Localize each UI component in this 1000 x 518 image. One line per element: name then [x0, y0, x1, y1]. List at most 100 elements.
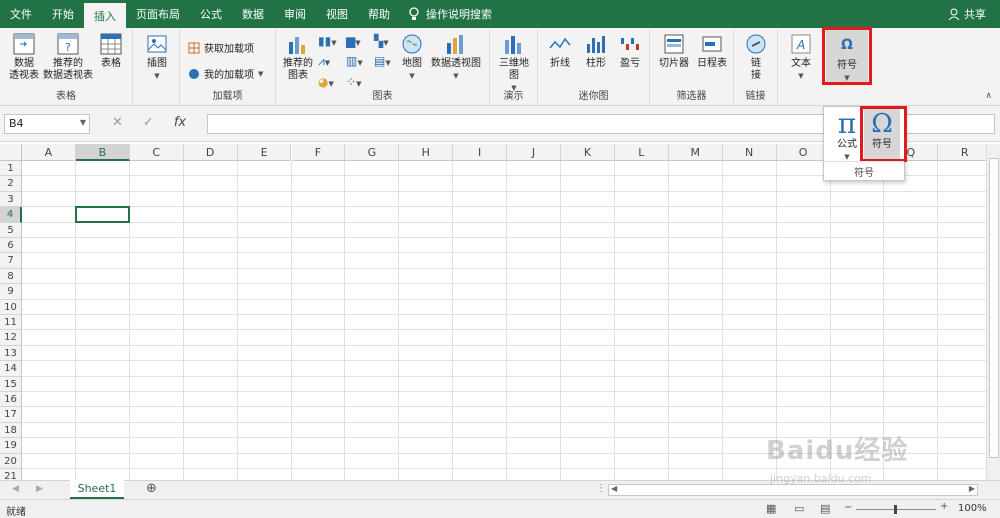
- split-handle-icon[interactable]: ⋮: [596, 483, 606, 494]
- row-header-7[interactable]: 7: [0, 253, 22, 269]
- column-header-G[interactable]: G: [345, 144, 400, 161]
- tab-5[interactable]: 数据: [232, 0, 274, 28]
- row-header-16[interactable]: 16: [0, 392, 22, 408]
- grid-hline: [22, 375, 986, 377]
- zoom-slider-thumb[interactable]: [894, 505, 897, 514]
- row-header-11[interactable]: 11: [0, 315, 22, 331]
- tab-8[interactable]: 帮助: [358, 0, 400, 28]
- 3d-map-button[interactable]: 三维地 图 ▼: [496, 32, 532, 94]
- column-header-B[interactable]: B: [75, 144, 130, 161]
- slicer-button[interactable]: 切片器: [656, 32, 692, 70]
- zoom-out-icon[interactable]: −: [844, 502, 852, 513]
- equation-button[interactable]: π 公式 ▼: [830, 109, 864, 163]
- row-header-2[interactable]: 2: [0, 176, 22, 192]
- select-all-corner[interactable]: [0, 144, 22, 161]
- sparkline-column-button[interactable]: 柱形: [580, 32, 612, 70]
- row-header-5[interactable]: 5: [0, 222, 22, 238]
- hierarchy-chart-icon[interactable]: ▆▼: [346, 34, 374, 48]
- column-header-H[interactable]: H: [399, 144, 454, 161]
- sparkline-line-button[interactable]: 折线: [544, 32, 576, 70]
- cancel-icon[interactable]: ✕: [112, 115, 123, 130]
- tab-6[interactable]: 审阅: [274, 0, 316, 28]
- tab-4[interactable]: 公式: [190, 0, 232, 28]
- active-cell[interactable]: [74, 206, 130, 223]
- sparkline-winloss-button[interactable]: 盈亏: [614, 32, 646, 70]
- row-header-8[interactable]: 8: [0, 268, 22, 285]
- recommended-charts-button[interactable]: 推荐的 图表: [280, 32, 316, 82]
- horizontal-scrollbar[interactable]: ◀ ▶: [608, 484, 978, 496]
- column-header-L[interactable]: L: [614, 144, 669, 161]
- row-header-1[interactable]: 1: [0, 161, 22, 177]
- column-header-I[interactable]: I: [453, 144, 508, 161]
- name-box[interactable]: B4 ▼: [4, 114, 90, 134]
- row-header-20[interactable]: 20: [0, 453, 22, 469]
- column-header-J[interactable]: J: [507, 144, 561, 161]
- collapse-ribbon-icon[interactable]: ∧: [985, 91, 992, 101]
- statistic-chart-icon[interactable]: ▥▼: [346, 54, 374, 69]
- column-header-F[interactable]: F: [291, 144, 346, 161]
- row-header-12[interactable]: 12: [0, 330, 22, 346]
- map-chart-button[interactable]: 地图 ▼: [400, 32, 424, 82]
- timeline-button[interactable]: 日程表: [694, 32, 730, 70]
- add-sheet-icon[interactable]: ⊕: [146, 481, 157, 496]
- combo-chart-icon[interactable]: ▤▼: [374, 54, 402, 69]
- row-header-10[interactable]: 10: [0, 299, 22, 315]
- tell-me-box[interactable]: 操作说明搜索: [400, 0, 492, 28]
- row-header-14[interactable]: 14: [0, 361, 22, 377]
- scroll-thumb[interactable]: [989, 158, 999, 458]
- prev-sheet-icon[interactable]: ◀: [12, 484, 19, 494]
- enter-icon[interactable]: ✓: [143, 115, 154, 130]
- line-chart-icon[interactable]: ⩘▼: [318, 54, 346, 69]
- text-button[interactable]: A 文本 ▼: [785, 32, 817, 82]
- scroll-left-icon[interactable]: ◀: [611, 484, 617, 493]
- tab-7[interactable]: 视图: [316, 0, 358, 28]
- column-header-C[interactable]: C: [129, 144, 184, 161]
- tab-1[interactable]: 开始: [42, 0, 84, 28]
- row-header-13[interactable]: 13: [0, 345, 22, 362]
- column-chart-icon[interactable]: ▮▮▼: [318, 34, 346, 48]
- page-break-view-icon[interactable]: ▤: [820, 502, 830, 515]
- column-header-M[interactable]: M: [668, 144, 723, 161]
- pivot-table-button[interactable]: 数据 透视表: [4, 32, 44, 82]
- row-header-6[interactable]: 6: [0, 238, 22, 254]
- row-header-3[interactable]: 3: [0, 191, 22, 208]
- group-illustrations: 插图 ▼: [133, 30, 180, 104]
- column-header-A[interactable]: A: [22, 144, 76, 161]
- row-header-21[interactable]: 21: [0, 469, 22, 480]
- share-button[interactable]: 共享: [948, 0, 1000, 28]
- column-header-R[interactable]: R: [938, 144, 993, 161]
- sheet-tab-sheet1[interactable]: Sheet1: [70, 480, 124, 499]
- normal-view-icon[interactable]: ▦: [766, 502, 776, 515]
- tab-3[interactable]: 页面布局: [126, 0, 190, 28]
- page-layout-view-icon[interactable]: ▭: [794, 502, 804, 515]
- table-button[interactable]: 表格: [95, 32, 127, 70]
- row-header-15[interactable]: 15: [0, 376, 22, 392]
- my-addins-button[interactable]: 我的加载项 ▼: [188, 66, 263, 81]
- timeline-label: 日程表: [697, 58, 727, 69]
- tab-0[interactable]: 文件: [0, 0, 42, 28]
- waterfall-chart-icon[interactable]: ▚▼: [374, 34, 402, 48]
- zoom-level[interactable]: 100%: [958, 503, 987, 514]
- link-button[interactable]: 链 接: [742, 32, 770, 82]
- zoom-slider[interactable]: [856, 505, 936, 514]
- vertical-scrollbar[interactable]: [986, 144, 1000, 480]
- recommended-pivot-button[interactable]: ? 推荐的 数据透视表: [43, 32, 93, 82]
- row-header-9[interactable]: 9: [0, 284, 22, 300]
- illustrations-button[interactable]: 插图 ▼: [141, 32, 173, 82]
- zoom-in-icon[interactable]: +: [940, 501, 948, 512]
- next-sheet-icon[interactable]: ▶: [36, 484, 43, 494]
- row-header-18[interactable]: 18: [0, 422, 22, 439]
- row-header-17[interactable]: 17: [0, 407, 22, 423]
- row-header-19[interactable]: 19: [0, 438, 22, 454]
- get-addins-button[interactable]: 获取加载项: [188, 40, 254, 55]
- column-header-K[interactable]: K: [561, 144, 615, 161]
- column-header-D[interactable]: D: [183, 144, 238, 161]
- column-header-N[interactable]: N: [722, 144, 777, 161]
- tab-2[interactable]: 插入: [84, 3, 126, 28]
- column-header-E[interactable]: E: [237, 144, 292, 161]
- grid-vline: [560, 161, 561, 480]
- pivot-chart-button[interactable]: 数据透视图 ▼: [428, 32, 484, 82]
- insert-function-icon[interactable]: fx: [174, 115, 186, 130]
- scroll-right-icon[interactable]: ▶: [969, 484, 975, 493]
- row-header-4[interactable]: 4: [0, 207, 22, 223]
